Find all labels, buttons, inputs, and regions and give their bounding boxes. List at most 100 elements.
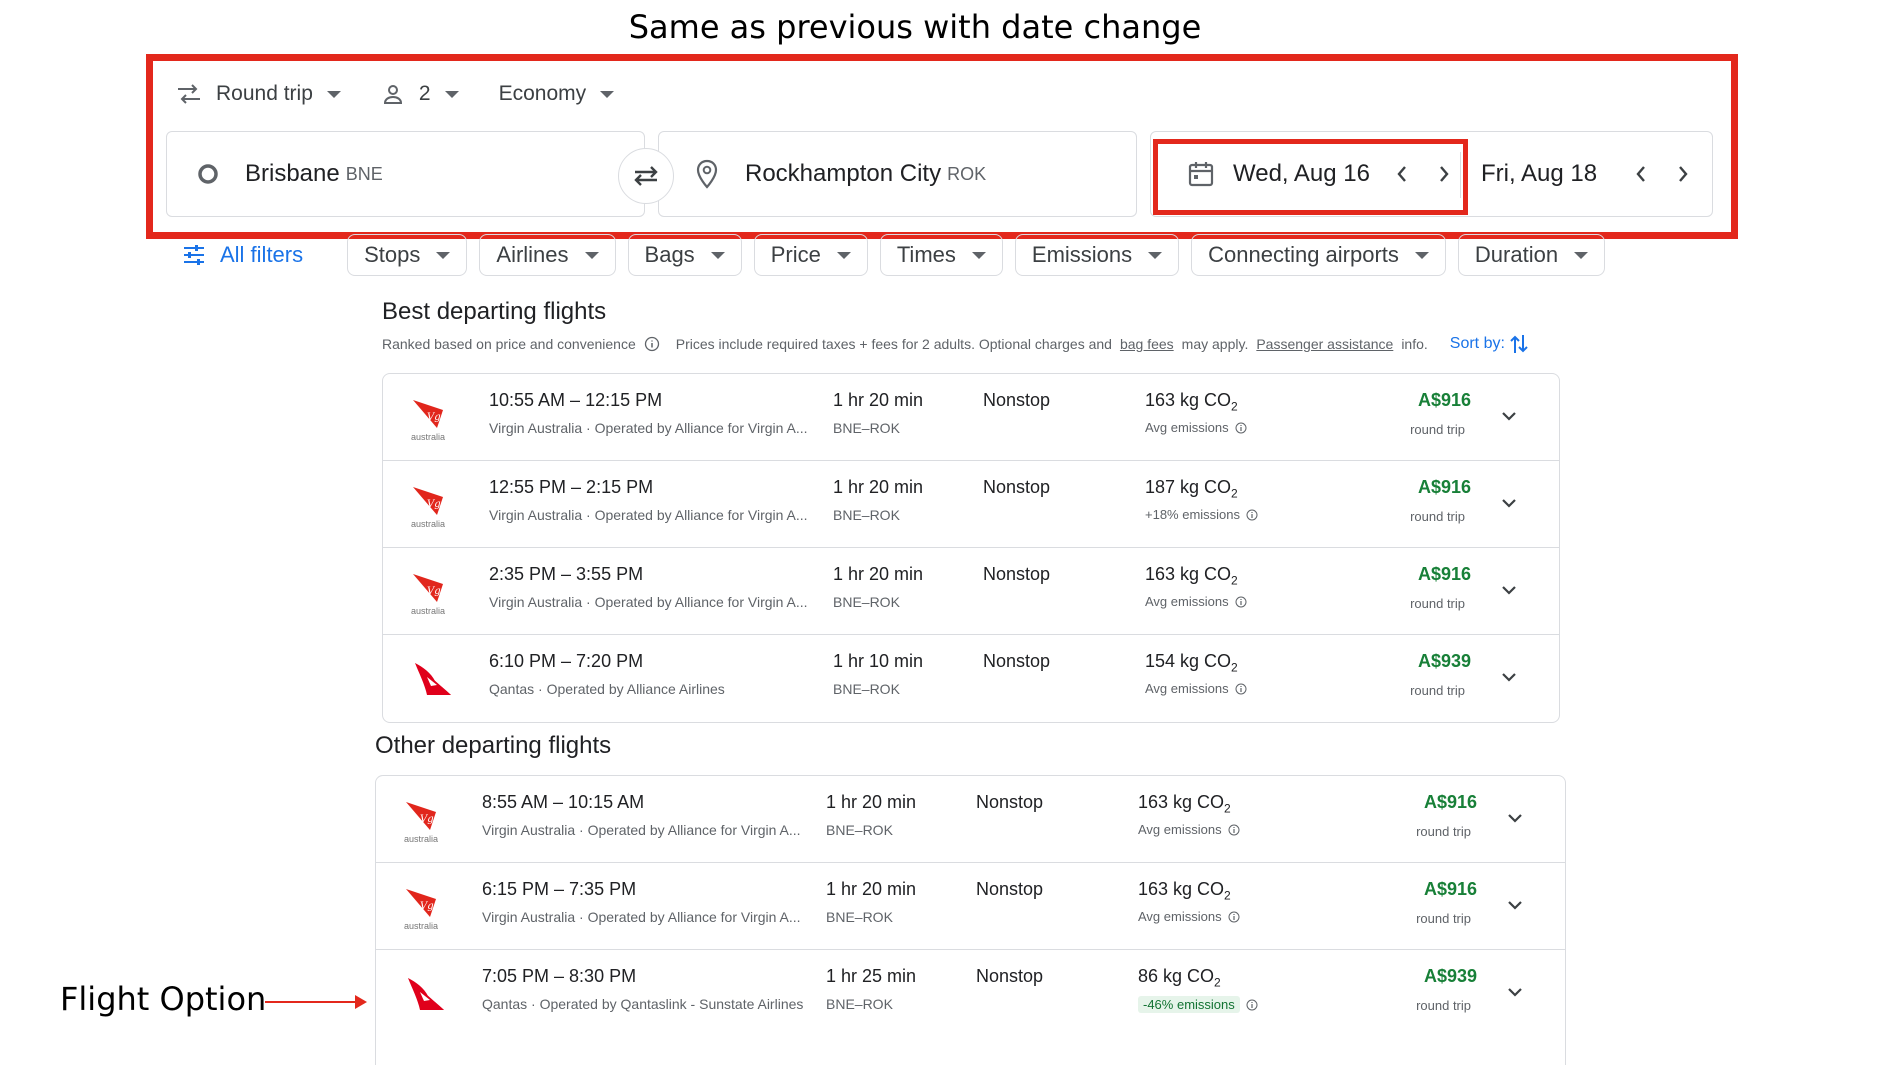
chip-label: Times — [896, 242, 956, 267]
flight-duration: 1 hr 20 min — [833, 477, 924, 497]
filter-duration[interactable]: Duration — [1457, 234, 1606, 276]
virgin-logo-icon: Vg australia — [409, 568, 457, 616]
depart-date-field[interactable]: Wed, Aug 16 — [1187, 132, 1458, 216]
chip-label: Duration — [1474, 242, 1559, 267]
flight-route: BNE–ROK — [833, 507, 900, 523]
destination-field[interactable]: Rockhampton City ROK — [658, 131, 1137, 217]
flight-row[interactable]: Vg australia 8:55 AM – 10:15 AM Virgin Aust… — [376, 776, 1565, 863]
flight-emissions: +18% emissions — [1145, 507, 1258, 522]
return-date-field[interactable]: Fri, Aug 18 — [1481, 132, 1697, 216]
trip-type-label: Round trip — [216, 82, 313, 105]
expand-button[interactable] — [1503, 893, 1527, 917]
chevron-down-icon — [1148, 251, 1163, 259]
filter-emissions[interactable]: Emissions — [1014, 234, 1180, 276]
flight-row[interactable]: Vg australia 2:35 PM – 3:55 PM Virgin Austr… — [383, 548, 1559, 635]
swap-horizontal-icon — [176, 83, 202, 105]
flight-emissions: Avg emissions — [1145, 681, 1247, 696]
filter-stops[interactable]: Stops — [347, 234, 468, 276]
depart-prev-button[interactable] — [1388, 160, 1416, 188]
svg-text:Vg: Vg — [427, 412, 441, 423]
filter-connecting-airports[interactable]: Connecting airports — [1191, 234, 1446, 276]
depart-next-button[interactable] — [1430, 160, 1458, 188]
flight-price: A$939 — [1423, 966, 1477, 986]
info-icon[interactable] — [1235, 422, 1247, 434]
return-prev-button[interactable] — [1627, 160, 1655, 188]
origin-city: Brisbane — [245, 160, 340, 187]
flight-price: A$916 — [1417, 477, 1471, 497]
info-icon[interactable] — [1235, 683, 1247, 695]
co2-value: 86 kg CO — [1138, 966, 1215, 986]
chevron-down-icon — [1502, 499, 1516, 508]
filter-airlines[interactable]: Airlines — [479, 234, 616, 276]
qantas-logo-icon — [409, 655, 457, 703]
flight-price: A$939 — [1417, 651, 1471, 671]
expand-button[interactable] — [1497, 665, 1521, 689]
flight-stops: Nonstop — [983, 564, 1051, 584]
expand-button[interactable] — [1503, 980, 1527, 1004]
flight-price-type: round trip — [1416, 824, 1471, 839]
swap-button[interactable] — [618, 148, 674, 204]
emissions-label: Avg emissions — [1138, 822, 1222, 837]
flight-times: 10:55 AM – 12:15 PM — [489, 390, 663, 410]
filter-bags[interactable]: Bags — [627, 234, 742, 276]
filter-times[interactable]: Times — [879, 234, 1003, 276]
cabin-label: Economy — [498, 82, 587, 105]
flight-airline: Qantas · Operated by Alliance Airlines — [489, 681, 725, 697]
flight-times: 7:05 PM – 8:30 PM — [482, 966, 637, 986]
best-flights-title: Best departing flights — [382, 298, 607, 325]
flight-route: BNE–ROK — [826, 996, 893, 1012]
flight-price-type: round trip — [1410, 683, 1465, 698]
co2-subscript: 2 — [1231, 399, 1238, 414]
chevron-down-icon — [436, 251, 451, 259]
return-next-button[interactable] — [1669, 160, 1697, 188]
destination-code: ROK — [947, 163, 987, 184]
co2-value: 163 kg CO — [1138, 879, 1225, 899]
expand-button[interactable] — [1497, 578, 1521, 602]
info-icon[interactable] — [1228, 911, 1240, 923]
chevron-down-icon — [1502, 673, 1516, 682]
bag-fees-link[interactable]: bag fees — [1120, 336, 1174, 352]
expand-button[interactable] — [1503, 806, 1527, 830]
origin-field[interactable]: Brisbane BNE — [166, 131, 645, 217]
info-icon[interactable] — [644, 336, 660, 352]
passengers-select[interactable]: 2 — [381, 82, 459, 106]
person-icon — [381, 82, 405, 106]
flight-row[interactable]: 6:10 PM – 7:20 PM Qantas · Operated by Al… — [383, 635, 1559, 722]
flight-stops: Nonstop — [983, 477, 1051, 497]
cabin-select[interactable]: Economy — [499, 82, 615, 106]
info-icon[interactable] — [1235, 596, 1247, 608]
all-filters-button[interactable]: All filters — [176, 242, 319, 268]
flight-stops: Nonstop — [983, 390, 1051, 410]
virgin-logo-icon: Vg australia — [402, 883, 450, 931]
expand-button[interactable] — [1497, 491, 1521, 515]
flight-row[interactable]: Vg australia 10:55 AM – 12:15 PM Virgin Aus… — [383, 374, 1559, 461]
chip-label: Airlines — [496, 242, 569, 267]
svg-text:australia: australia — [411, 432, 445, 442]
passenger-assistance-link[interactable]: Passenger assistance — [1256, 336, 1393, 352]
chevron-down-icon — [1574, 251, 1589, 259]
co2-subscript: 2 — [1231, 486, 1238, 501]
svg-text:Vg: Vg — [427, 499, 441, 510]
chevron-down-icon — [444, 90, 459, 98]
prices-note-3: info. — [1401, 336, 1428, 352]
flight-route: BNE–ROK — [826, 822, 893, 838]
svg-text:Vg: Vg — [427, 586, 441, 597]
emissions-label: Avg emissions — [1145, 594, 1229, 609]
best-flights-list: Vg australia 10:55 AM – 12:15 PM Virgin Aus… — [382, 373, 1560, 723]
sort-by-button[interactable]: Sort by: — [1450, 333, 1529, 355]
flight-row[interactable]: 7:05 PM – 8:30 PM Qantas · Operated by Qa… — [376, 950, 1565, 1037]
co2-value: 163 kg CO — [1145, 390, 1232, 410]
trip-type-select[interactable]: Round trip — [176, 82, 341, 106]
flight-row[interactable]: Vg australia 6:15 PM – 7:35 PM Virgin Austr… — [376, 863, 1565, 950]
filter-price[interactable]: Price — [753, 234, 868, 276]
date-field: Wed, Aug 16 Fri, Aug 18 — [1150, 131, 1713, 217]
info-icon[interactable] — [1246, 999, 1258, 1011]
expand-button[interactable] — [1497, 404, 1521, 428]
chip-label: Price — [770, 242, 821, 267]
chip-label: Stops — [364, 242, 421, 267]
info-icon[interactable] — [1228, 824, 1240, 836]
filter-bar: All filters Stops Airlines Bags Price Ti… — [176, 234, 1606, 276]
svg-text:australia: australia — [404, 834, 438, 844]
flight-row[interactable]: Vg australia 12:55 PM – 2:15 PM Virgin Aust… — [383, 461, 1559, 548]
info-icon[interactable] — [1246, 509, 1258, 521]
